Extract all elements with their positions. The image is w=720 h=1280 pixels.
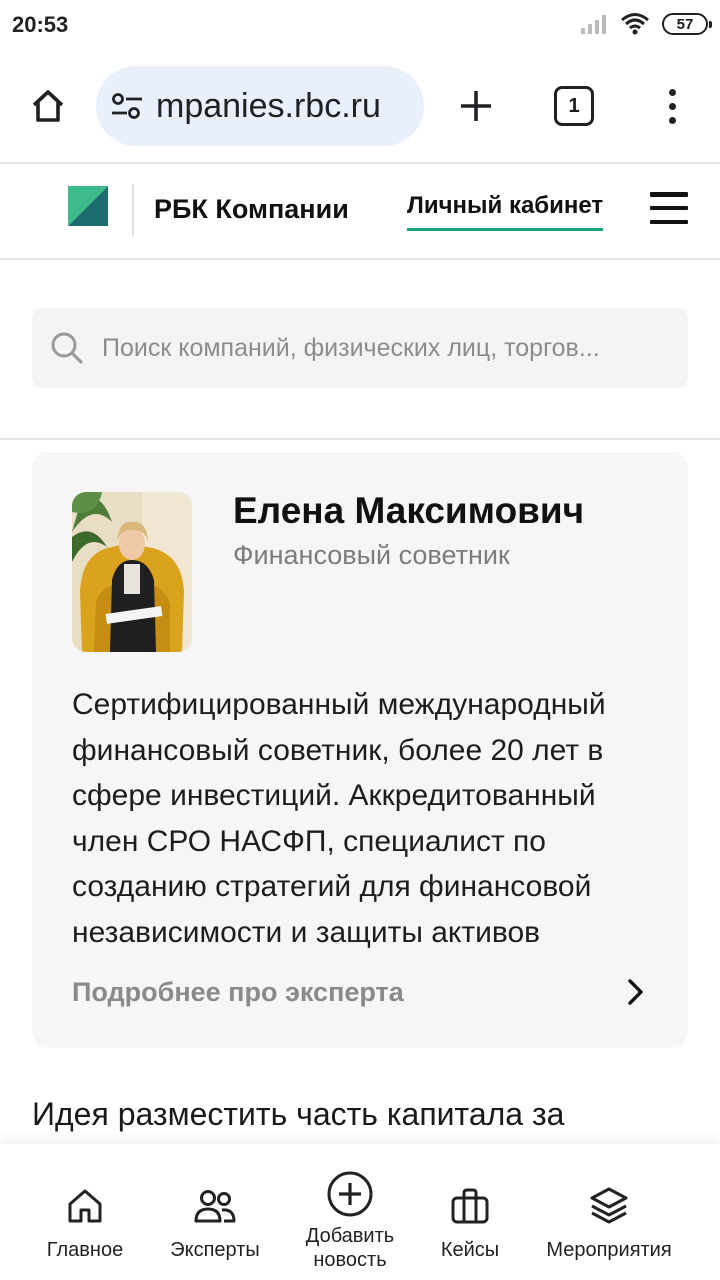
expert-bio: Сертифицированный международный финансов… bbox=[72, 688, 606, 949]
expert-card[interactable]: Елена Максимович Финансовый советник Сер… bbox=[32, 452, 688, 1048]
browser-menu-button[interactable] bbox=[656, 82, 688, 130]
plus-icon bbox=[461, 91, 491, 121]
article-text: Идея разместить часть капитала за bbox=[32, 1096, 565, 1132]
site-header: РБК Компании Личный кабинет bbox=[0, 164, 720, 258]
briefcase-icon bbox=[451, 1188, 489, 1224]
search-input[interactable] bbox=[102, 333, 672, 363]
nav-item-add-news[interactable]: Добавить новость bbox=[295, 1144, 405, 1280]
address-bar[interactable]: mpanies.rbc.ru bbox=[96, 66, 424, 146]
tab-switcher-button[interactable]: 1 bbox=[554, 86, 594, 126]
chevron-right-icon bbox=[628, 979, 643, 1005]
search-bar[interactable] bbox=[32, 308, 688, 388]
layers-icon bbox=[590, 1187, 628, 1224]
status-bar: 20:53 57 bbox=[0, 0, 720, 52]
rbc-logo-icon[interactable] bbox=[68, 186, 108, 226]
home-icon bbox=[68, 1189, 102, 1223]
expert-avatar[interactable] bbox=[72, 492, 192, 652]
divider bbox=[0, 438, 720, 440]
nav-item-cases[interactable]: Кейсы bbox=[425, 1144, 515, 1280]
expert-details-link[interactable]: Подробнее про эксперта bbox=[72, 972, 648, 1012]
nav-label-add-news: Добавить новость bbox=[305, 1225, 395, 1271]
nav-label-home: Главное bbox=[46, 1239, 124, 1261]
url-text: mpanies.rbc.ru bbox=[156, 86, 381, 125]
logo-separator bbox=[132, 184, 134, 236]
divider bbox=[0, 258, 720, 260]
nav-label-events: Мероприятия bbox=[546, 1239, 672, 1261]
bottom-navigation: Главное Эксперты Добавить новость Кейсы bbox=[0, 1144, 720, 1280]
home-icon bbox=[32, 90, 64, 122]
battery-indicator: 57 bbox=[662, 13, 712, 35]
expert-name[interactable]: Елена Максимович bbox=[233, 490, 584, 532]
wifi-icon bbox=[621, 13, 649, 35]
browser-toolbar: mpanies.rbc.ru 1 bbox=[0, 52, 720, 162]
people-icon bbox=[194, 1190, 236, 1223]
nav-item-experts[interactable]: Эксперты bbox=[160, 1144, 270, 1280]
personal-cabinet-link[interactable]: Личный кабинет bbox=[407, 192, 604, 231]
search-icon bbox=[32, 331, 102, 365]
plus-circle-icon bbox=[327, 1171, 373, 1217]
signal-icon bbox=[581, 15, 606, 34]
expert-role: Финансовый советник bbox=[233, 540, 510, 570]
nav-label-cases: Кейсы bbox=[440, 1239, 500, 1261]
status-time: 20:53 bbox=[12, 12, 69, 37]
nav-label-experts: Эксперты bbox=[170, 1239, 260, 1261]
new-tab-button[interactable] bbox=[452, 82, 500, 130]
expert-details-label: Подробнее про эксперта bbox=[72, 976, 404, 1007]
site-brand-name[interactable]: РБК Компании bbox=[154, 194, 349, 225]
nav-item-events[interactable]: Мероприятия bbox=[540, 1144, 678, 1280]
site-settings-icon[interactable] bbox=[96, 92, 156, 120]
status-icons: 57 bbox=[580, 12, 712, 36]
nav-item-home[interactable]: Главное bbox=[40, 1144, 130, 1280]
hamburger-menu-button[interactable] bbox=[650, 192, 688, 224]
browser-home-button[interactable] bbox=[24, 82, 72, 130]
